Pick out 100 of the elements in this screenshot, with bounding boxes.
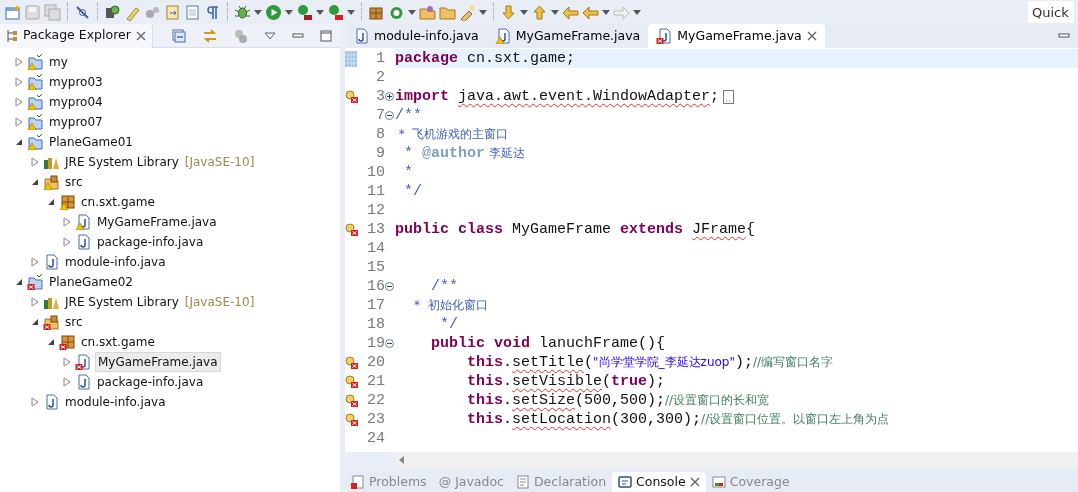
code-line: /** (430, 277, 458, 296)
tree-item[interactable]: MyGameFrame.java (95, 213, 219, 231)
expanded-arrow-icon[interactable] (30, 317, 40, 327)
caret-icon[interactable] (520, 9, 528, 15)
caret-icon[interactable] (602, 9, 610, 15)
collapsed-arrow-icon[interactable] (30, 257, 40, 267)
arrow-down-icon[interactable] (500, 3, 517, 21)
line-number: 24 (366, 429, 385, 448)
line-number: 19 (366, 334, 385, 353)
quick-access-field[interactable]: Quick (1028, 1, 1074, 23)
collapsed-arrow-icon[interactable] (14, 77, 24, 87)
tree-item[interactable]: module-info.java (63, 253, 168, 271)
expanded-arrow-icon[interactable] (14, 137, 24, 147)
caret-icon[interactable] (316, 9, 324, 15)
caret-icon[interactable] (254, 9, 262, 15)
line-number: 3 (375, 87, 385, 106)
code-line: * 初始化窗口 (413, 297, 488, 314)
line-number: 23 (366, 410, 385, 429)
expand-fold-icon[interactable] (385, 92, 394, 101)
line-number: 7 (375, 106, 385, 125)
editor-tab[interactable]: module-info.java (345, 24, 487, 48)
tree-item-decoration: [JavaSE-10] (184, 294, 255, 311)
tree-item[interactable]: JRE System Library (63, 153, 181, 171)
close-icon[interactable] (689, 477, 700, 487)
line-number: 15 (366, 258, 385, 277)
tree-item[interactable]: PlaneGame01 (47, 133, 135, 151)
collapsed-arrow-icon[interactable] (30, 397, 40, 407)
open-folder-icon[interactable] (419, 3, 436, 21)
tree-item[interactable]: module-info.java (63, 393, 168, 411)
new-window-icon[interactable] (4, 3, 21, 21)
tree-item[interactable]: src (63, 173, 85, 191)
tree-item[interactable]: package-info.java (95, 373, 206, 391)
view-menu-icon[interactable] (264, 31, 276, 40)
collapse-all-icon[interactable] (172, 28, 186, 43)
line-number: 9 (375, 144, 385, 163)
caret-icon[interactable] (633, 9, 641, 15)
collapse-fold-icon[interactable] (385, 111, 394, 120)
editor-tab[interactable]: MyGameFrame.java (648, 24, 825, 48)
package-tree-icon (6, 28, 18, 43)
caret-icon[interactable] (285, 9, 293, 15)
editor-tab[interactable]: MyGameFrame.java (486, 24, 649, 48)
caret-icon[interactable] (479, 9, 487, 15)
link-arrows-icon[interactable] (202, 28, 218, 43)
collapsed-arrow-icon[interactable] (30, 157, 40, 167)
tree-item[interactable]: mypro04 (47, 93, 105, 111)
collapsed-arrow-icon[interactable] (30, 297, 40, 307)
document-icon[interactable] (184, 3, 201, 21)
line-number: 21 (366, 372, 385, 391)
code-line: public void lanuchFrame(){ (430, 334, 666, 353)
collapsed-arrow-icon[interactable] (62, 217, 72, 227)
expanded-arrow-icon[interactable] (46, 337, 56, 347)
code-line: import java.awt.event.WindowAdapter; (395, 87, 720, 106)
collapsed-arrow-icon[interactable] (14, 57, 24, 67)
pilcrow-icon[interactable] (204, 3, 221, 21)
collapsed-arrow-icon[interactable] (14, 117, 24, 127)
folded-code-icon[interactable] (723, 89, 735, 104)
maximize-icon[interactable] (320, 29, 332, 42)
run-icon[interactable] (265, 3, 282, 21)
expanded-arrow-icon[interactable] (46, 197, 56, 207)
tree-item[interactable]: MyGameFrame.java (95, 352, 221, 372)
tree-item[interactable]: cn.sxt.game (79, 333, 157, 351)
collapse-fold-icon[interactable] (385, 282, 394, 291)
code-line: this.setTitle("尚学堂学院_李延达zuop");//编写窗口名字 (466, 353, 834, 372)
minimize-icon[interactable] (292, 31, 304, 40)
collapsed-arrow-icon[interactable] (62, 357, 72, 367)
tree-item[interactable]: package-info.java (95, 233, 206, 251)
expanded-arrow-icon[interactable] (30, 177, 40, 187)
close-icon[interactable] (135, 30, 146, 41)
view-tab[interactable]: Package Explorer (0, 23, 153, 48)
code-line: this.setVisible(true); (466, 372, 666, 391)
collapse-fold-icon[interactable] (385, 339, 394, 348)
declaration-icon (516, 475, 530, 489)
caret-icon[interactable] (408, 9, 416, 15)
collapsed-arrow-icon[interactable] (62, 237, 72, 247)
collapsed-arrow-icon[interactable] (62, 377, 72, 387)
tree-item[interactable]: JRE System Library (63, 293, 181, 311)
code-line: * 飞机游戏的主窗口 (397, 126, 509, 143)
tree-item[interactable]: mypro07 (47, 113, 105, 131)
code-line: * @author 李延达 (403, 144, 525, 163)
line-number: 20 (366, 353, 385, 372)
bug-icon[interactable] (234, 3, 251, 21)
caret-icon[interactable] (347, 9, 355, 15)
tree-item[interactable]: cn.sxt.game (79, 193, 157, 211)
view-title: Package Explorer (23, 26, 131, 45)
open-type-icon[interactable] (104, 3, 121, 21)
minimize-icon[interactable] (1058, 32, 1070, 40)
expanded-arrow-icon[interactable] (14, 277, 24, 287)
tree-item[interactable]: PlaneGame02 (47, 273, 135, 291)
scroll-left-icon[interactable] (399, 456, 405, 464)
tree-item[interactable]: my (47, 53, 70, 71)
arrow-up-icon[interactable] (531, 3, 548, 21)
panel-tab[interactable]: Console (612, 472, 706, 492)
tree-item[interactable]: src (63, 313, 85, 331)
line-number: 12 (366, 201, 385, 220)
tree-item[interactable]: mypro03 (47, 73, 105, 91)
line-number: 1 (375, 49, 385, 68)
close-icon[interactable] (806, 31, 817, 41)
collapsed-arrow-icon[interactable] (14, 97, 24, 107)
code-line: public class MyGameFrame extends JFrame{ (395, 220, 756, 239)
caret-icon[interactable] (551, 9, 559, 15)
